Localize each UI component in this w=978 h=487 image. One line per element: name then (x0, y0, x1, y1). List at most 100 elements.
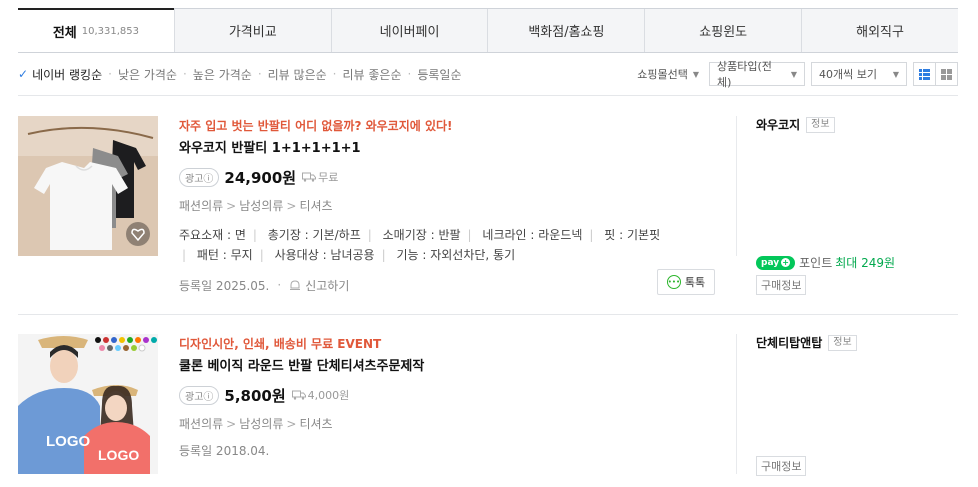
npay-badge: pay + (756, 255, 796, 270)
shipping-info: 무료 (302, 169, 338, 185)
sort-registered[interactable]: 등록일순 (417, 66, 461, 83)
tab-label: 백화점/홈쇼핑 (528, 25, 605, 40)
registered-date: 등록일 2018.04. (179, 443, 270, 458)
spec-separator: | (589, 228, 594, 242)
report-button[interactable]: 신고하기 (289, 277, 349, 294)
buy-info-button[interactable]: 구매정보 (756, 275, 807, 295)
chevron-down-icon: ▼ (692, 69, 699, 79)
promo-text: 자주 입고 벗는 반팔티 어디 없을까? 와우코지에 있다! (179, 119, 453, 133)
category-level-3[interactable]: 티셔츠 (299, 199, 332, 213)
product-title[interactable]: 와우코지 반팔티 1+1+1+1+1 (179, 139, 739, 159)
buy-info-button[interactable]: 구매정보 (756, 456, 807, 476)
tab-shopping-window[interactable]: 쇼핑윈도 (644, 9, 801, 52)
spec-separator: | (259, 248, 264, 262)
category-tabs: 전체 10,331,853 가격비교 네이버페이 백화점/홈쇼핑 쇼핑윈도 해외… (18, 8, 958, 53)
tab-all[interactable]: 전체 10,331,853 (18, 8, 174, 52)
spec-separator: | (252, 228, 257, 242)
breadcrumb-separator: > (226, 199, 237, 213)
spec-item: 주요소재 : 면 (179, 228, 246, 242)
sort-label: 리뷰 많은순 (267, 67, 327, 82)
category-level-1[interactable]: 패션의류 (179, 417, 223, 431)
sort-low-price[interactable]: 낮은 가격순 (118, 66, 177, 83)
category-level-1[interactable]: 패션의류 (179, 199, 223, 213)
product-price: 24,900원 (224, 168, 297, 187)
check-icon: ✓ (18, 67, 29, 81)
sort-label: 등록일순 (417, 67, 462, 82)
plus-icon: + (781, 258, 791, 267)
spec-item: 기능 : 자외선차단, 통기 (396, 248, 516, 262)
spec-separator: | (467, 228, 472, 242)
report-label: 신고하기 (305, 278, 350, 293)
product-title[interactable]: 쿨론 베이직 라운드 반팔 단체티셔츠주문제작 (179, 357, 739, 377)
seller-name[interactable]: 단체티탑앤탑 정보 (756, 334, 956, 351)
mall-select-label: 쇼핑몰선택 (637, 68, 688, 81)
sort-label: 리뷰 좋은순 (342, 67, 402, 82)
sort-separator: · (108, 67, 112, 81)
truck-icon (302, 172, 317, 182)
list-view-icon (919, 68, 930, 80)
product-image: LOGO LOGO (18, 334, 158, 474)
product-card: LOGO LOGO 디자인시안, 인쇄, 배송비 무료 EVENT 쿨론 베이직… (18, 334, 958, 484)
spec-item: 핏 : 기본핏 (604, 228, 661, 242)
product-type-select[interactable]: 상품타입(전체) ▼ (709, 60, 805, 89)
sort-ranking[interactable]: ✓ 네이버 랭킹순 (18, 66, 102, 83)
spec-separator: | (381, 248, 386, 262)
logo-text-left: LOGO (46, 433, 90, 450)
registered-date: 등록일 2025.05. (179, 278, 270, 293)
shipping-info: 4,000원 (291, 387, 349, 403)
tab-price-compare[interactable]: 가격비교 (173, 9, 331, 52)
tab-naver-pay[interactable]: 네이버페이 (330, 9, 488, 52)
ad-badge[interactable]: 광고ⓘ (179, 167, 220, 187)
sort-most-reviews[interactable]: 리뷰 많은순 (268, 66, 327, 83)
list-view-button[interactable] (913, 62, 936, 86)
talktalk-label: 톡톡 (684, 276, 706, 289)
tab-all-count: 10,331,853 (81, 25, 139, 37)
meta-separator: · (277, 278, 282, 292)
per-page-select[interactable]: 40개씩 보기 ▼ (811, 62, 907, 86)
sort-separator: · (332, 67, 337, 81)
shipping-fee: 무료 (318, 171, 339, 184)
sort-best-reviews[interactable]: 리뷰 좋은순 (342, 66, 401, 83)
breadcrumb: 패션의류 > 남성의류 > 티셔츠 (179, 197, 739, 215)
per-page-value: 40개씩 보기 (819, 68, 877, 81)
seller-name-text: 와우코지 (756, 118, 801, 132)
product-type-value: 상품타입(전체) (717, 60, 772, 89)
talktalk-button[interactable]: ••• 톡톡 (657, 269, 715, 295)
promo-text: 디자인시안, 인쇄, 배송비 무료 EVENT (179, 337, 382, 351)
breadcrumb-separator: > (286, 417, 297, 431)
breadcrumb-separator: > (226, 417, 237, 431)
mall-select-dropdown[interactable]: 쇼핑몰선택 ▼ (637, 66, 699, 82)
product-thumbnail[interactable]: LOGO LOGO (18, 334, 158, 474)
sort-separator: · (182, 67, 187, 81)
seller-name[interactable]: 와우코지 정보 (756, 116, 956, 133)
tab-overseas[interactable]: 해외직구 (801, 9, 958, 52)
category-level-2[interactable]: 남성의류 (239, 417, 283, 431)
category-level-2[interactable]: 남성의류 (239, 199, 283, 213)
sort-separator: · (257, 67, 262, 81)
sort-label: 높은 가격순 (192, 67, 252, 82)
seller-info-badge[interactable]: 정보 (828, 334, 857, 351)
breadcrumb-separator: > (286, 199, 297, 213)
ad-badge[interactable]: 광고ⓘ (179, 385, 220, 405)
price-row: 광고ⓘ 24,900원 무료 (179, 166, 739, 188)
spec-item: 사용대상 : 남녀공용 (274, 248, 375, 262)
grid-view-icon (941, 68, 952, 80)
product-thumbnail[interactable] (18, 116, 158, 256)
column-divider (736, 116, 737, 256)
spec-item: 네크라인 : 라운드넥 (482, 228, 583, 242)
sort-bar: ✓ 네이버 랭킹순 · 낮은 가격순 · 높은 가격순 · 리뷰 많은순 · 리… (18, 60, 958, 89)
product-info: 자주 입고 벗는 반팔티 어디 없을까? 와우코지에 있다! 와우코지 반팔티 … (179, 116, 739, 296)
sort-high-price[interactable]: 높은 가격순 (193, 66, 252, 83)
point-label: 포인트 (799, 256, 833, 270)
product-info: 디자인시안, 인쇄, 배송비 무료 EVENT 쿨론 베이직 라운드 반팔 단체… (179, 334, 739, 461)
view-controls: 쇼핑몰선택 ▼ 상품타입(전체) ▼ 40개씩 보기 ▼ (637, 60, 958, 89)
sort-label: 낮은 가격순 (117, 67, 177, 82)
seller-info-badge[interactable]: 정보 (806, 116, 835, 133)
product-specs: 주요소재 : 면 | 총기장 : 기본/하프 | 소매기장 : 반팔 | 네크라인 :… (179, 225, 739, 265)
category-level-3[interactable]: 티셔츠 (299, 417, 332, 431)
tab-label: 해외직구 (856, 25, 904, 40)
grid-view-button[interactable] (935, 62, 958, 86)
logo-text-right: LOGO (98, 447, 139, 463)
product-meta: 등록일 2018.04. (179, 439, 739, 461)
tab-department-store[interactable]: 백화점/홈쇼핑 (487, 9, 644, 52)
